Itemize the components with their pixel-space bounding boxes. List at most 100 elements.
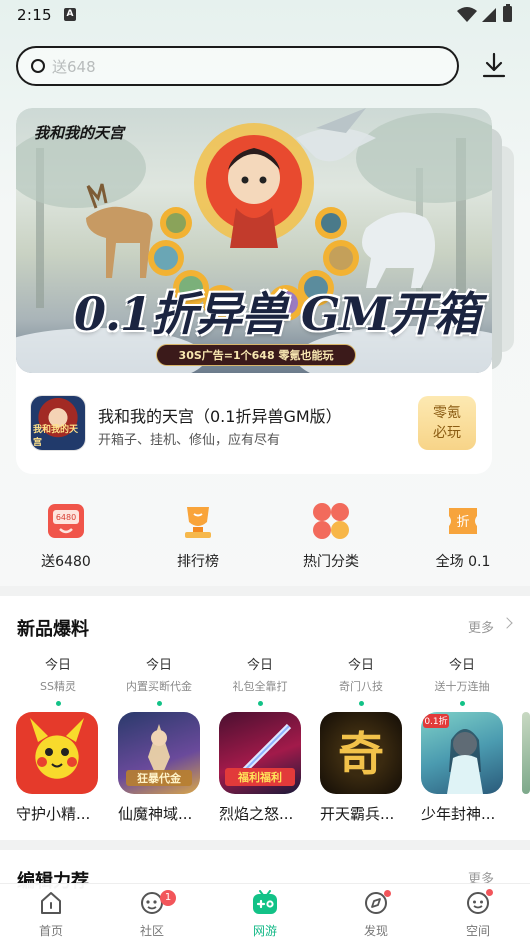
quick-nav-gift[interactable]: 6480 送6480 (21, 496, 111, 576)
nav-online-games[interactable]: 网游 (225, 884, 305, 942)
search-input[interactable] (52, 55, 432, 79)
download-icon[interactable] (479, 51, 509, 81)
discount-ticket-icon: 折 (449, 508, 477, 534)
wifi-icon (457, 7, 477, 22)
banner-headline: 0.1折异兽 GM开箱 (74, 287, 480, 341)
nav-label: 发现 (363, 924, 388, 938)
release-tagline: 礼包全靠打 (232, 680, 288, 693)
warrior-art: 狂暴代金 (126, 724, 192, 786)
release-date-item[interactable]: 今日 内置买断代金 (109, 654, 209, 706)
release-dates-row: 今日 SS精灵 今日 内置买断代金 今日 礼包全靠打 今日 奇门八技 今日 送十… (0, 654, 530, 706)
app-item[interactable]: 福利福利 烈焰之怒... (219, 712, 303, 824)
profile-dot (486, 889, 493, 896)
section-title: 新品爆料 (17, 619, 89, 640)
release-day: 今日 (448, 658, 475, 673)
app-icon[interactable] (522, 712, 530, 794)
app-icon-caption: 福利福利 (237, 770, 282, 784)
app-item[interactable]: 奇 开天霸兵... (320, 712, 404, 824)
app-icon[interactable]: 奇 (320, 712, 402, 794)
category-grid-icon (313, 503, 349, 539)
game-icon-logo: 我和我的天宫 (33, 425, 79, 448)
nav-label: 首页 (38, 924, 63, 938)
quick-nav: 6480 送6480 排行榜 热门分类 折 全场 0.1 (0, 496, 530, 576)
app-icon-caption: 狂暴代金 (137, 771, 182, 785)
banner-card[interactable]: 我和我的天宫 0.1折异兽 GM开箱 30S广告=1个648 零氪也能玩 我和我… (16, 108, 492, 474)
app-name: 烈焰之怒... (219, 805, 294, 823)
app-icon[interactable]: 福利福利 (219, 712, 301, 794)
quick-nav-ranking[interactable]: 排行榜 (153, 496, 243, 576)
featured-game-row[interactable]: 我和我的天宫 我和我的天宫（0.1折异兽GM版） 开箱子、挂机、修仙，应有尽有 … (16, 373, 492, 474)
new-releases-section: 新品爆料 更多 今日 SS精灵 今日 内置买断代金 今日 礼包全靠打 今日 奇门… (0, 596, 530, 840)
game-description: 开箱子、挂机、修仙，应有尽有 (98, 433, 281, 448)
sword-art: 福利福利 (225, 723, 295, 786)
app-name: 守护小精... (16, 805, 91, 823)
game-logo: 我和我的天宫 (34, 124, 125, 142)
section-divider (0, 586, 530, 596)
trophy-icon (185, 507, 211, 538)
chevron-right-icon[interactable] (501, 617, 513, 629)
nav-profile[interactable]: 空间 (438, 884, 518, 942)
app-item[interactable]: 0.1折 少年封神... (421, 712, 505, 824)
release-date-item[interactable]: 今日 奇门八技 (311, 654, 411, 706)
more-link[interactable]: 更多 (468, 617, 494, 636)
signal-icon (482, 8, 496, 22)
pikachu-art (30, 718, 84, 768)
release-day: 今日 (347, 658, 374, 673)
app-icon[interactable]: 0.1折 (421, 712, 503, 794)
svg-text:6480: 6480 (56, 513, 76, 522)
game-icon[interactable]: 我和我的天宫 (30, 395, 86, 451)
app-name: 开天霸兵... (320, 805, 395, 823)
banner-stack-back (500, 146, 514, 352)
banner-subline: 30S广告=1个648 零氪也能玩 (156, 344, 356, 366)
app-icon[interactable] (16, 712, 98, 794)
release-date-item[interactable]: 今日 礼包全靠打 (210, 654, 310, 706)
app-name: 仙魔神域... (118, 805, 193, 823)
quick-nav-label: 排行榜 (177, 554, 219, 570)
release-date-item[interactable]: 今日 送十万连抽 (412, 654, 512, 706)
quick-nav-discount[interactable]: 折 全场 0.1 (418, 496, 508, 576)
community-badge: 1 (160, 890, 176, 906)
release-dot (459, 701, 465, 706)
nav-label: 社区 (139, 924, 164, 938)
play-button-line2: 必玩 (433, 425, 461, 441)
section-divider (0, 840, 530, 850)
search-box[interactable] (16, 46, 459, 86)
release-dot (358, 701, 364, 706)
a-letter-icon: A (64, 8, 76, 21)
app-item[interactable]: 狂暴代金 仙魔神域... (118, 712, 202, 824)
app-item-partial[interactable] (522, 712, 530, 794)
heroine-art: 0.1折 (423, 714, 483, 794)
app-item[interactable]: 守护小精... (16, 712, 100, 824)
gamepad-icon (253, 890, 277, 914)
nav-home[interactable]: 首页 (11, 884, 91, 942)
discover-dot (384, 890, 391, 897)
svg-text:折: 折 (456, 515, 469, 530)
play-button[interactable]: 零氪 必玩 (418, 396, 476, 450)
release-tagline: 奇门八技 (339, 680, 383, 693)
quick-nav-label: 全场 0.1 (435, 554, 491, 570)
game-title[interactable]: 我和我的天宫（0.1折异兽GM版） (98, 403, 342, 427)
bottom-nav: 首页 1 社区 网游 发现 空间 (0, 884, 530, 942)
release-day: 今日 (246, 658, 273, 673)
home-icon (41, 892, 61, 914)
quick-nav-categories[interactable]: 热门分类 (286, 496, 376, 576)
nav-community[interactable]: 1 社区 (112, 884, 192, 942)
app-icon[interactable]: 狂暴代金 (118, 712, 200, 794)
banner-image[interactable]: 我和我的天宫 0.1折异兽 GM开箱 30S广告=1个648 零氪也能玩 (16, 108, 492, 373)
status-bar: 2:15 A (0, 0, 530, 32)
release-date-item[interactable]: 今日 SS精灵 (8, 654, 108, 706)
app-icon-caption: 奇 (338, 727, 384, 781)
status-time: 2:15 (17, 6, 52, 24)
battery-icon (503, 4, 512, 22)
play-button-line1: 零氪 (433, 405, 461, 421)
release-tagline: SS精灵 (40, 680, 76, 693)
release-tagline: 内置买断代金 (126, 680, 192, 693)
release-dot (257, 701, 263, 706)
new-apps-row: 守护小精... 狂暴代金 仙魔神域... 福利福利 烈焰之怒... 奇 开天霸兵… (0, 712, 530, 828)
release-day: 今日 (44, 658, 71, 673)
gift-card-icon: 6480 (48, 504, 84, 538)
app-icon-caption: 0.1折 (424, 715, 447, 727)
release-day: 今日 (145, 658, 172, 673)
search-icon (31, 59, 45, 73)
nav-discover[interactable]: 发现 (336, 884, 416, 942)
